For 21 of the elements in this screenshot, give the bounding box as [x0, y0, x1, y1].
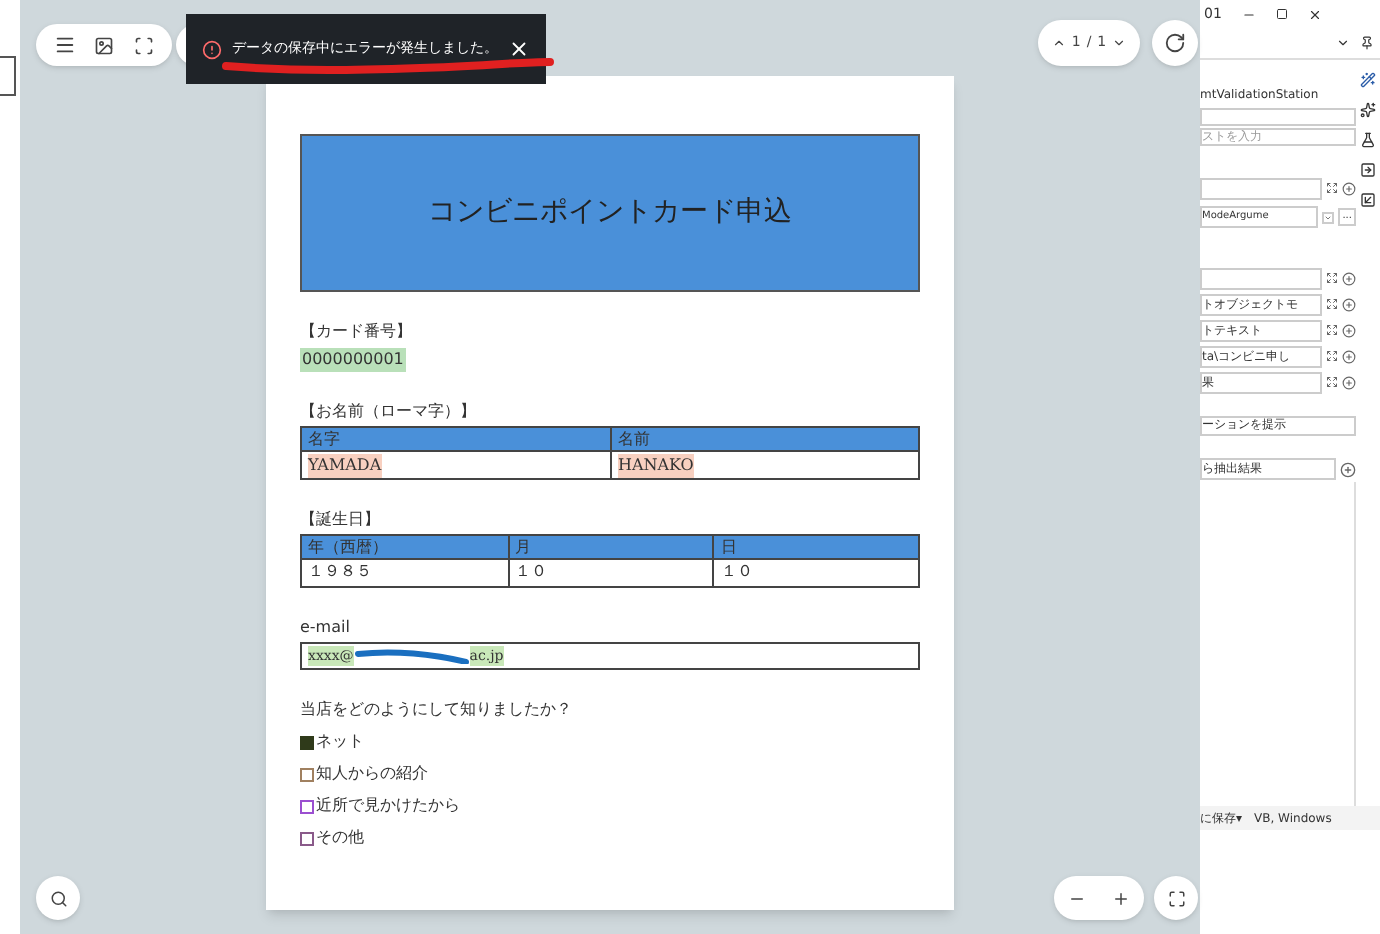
option-label: 知人からの紹介: [316, 762, 428, 786]
section-label: 【お名前（ローマ字）】: [300, 400, 478, 424]
section-label: 【カード番号】: [300, 320, 414, 344]
card-number: 0000000001: [300, 348, 406, 372]
date-value: １９８５: [306, 560, 374, 584]
date-value: １０: [712, 560, 918, 586]
column-header: 年（西暦）: [302, 536, 508, 560]
title-banner: コンビニポイントカード申込: [300, 134, 920, 292]
option-label: 近所で見かけたから: [316, 794, 460, 818]
section-label: 【誕生日】: [300, 508, 382, 532]
option-label: ネット: [316, 730, 364, 754]
name-value: HANAKO: [618, 453, 694, 477]
date-value: １０: [507, 560, 713, 586]
column-header: 名前: [610, 428, 918, 452]
column-header: 名字: [302, 428, 610, 452]
column-header: 日: [712, 536, 918, 560]
column-header: 月: [507, 536, 713, 560]
name-value: YAMADA: [308, 453, 382, 477]
option-label: その他: [316, 826, 364, 850]
survey-question: 当店をどのようにして知りましたか？: [300, 698, 574, 722]
section-label: e-mail: [300, 616, 352, 640]
